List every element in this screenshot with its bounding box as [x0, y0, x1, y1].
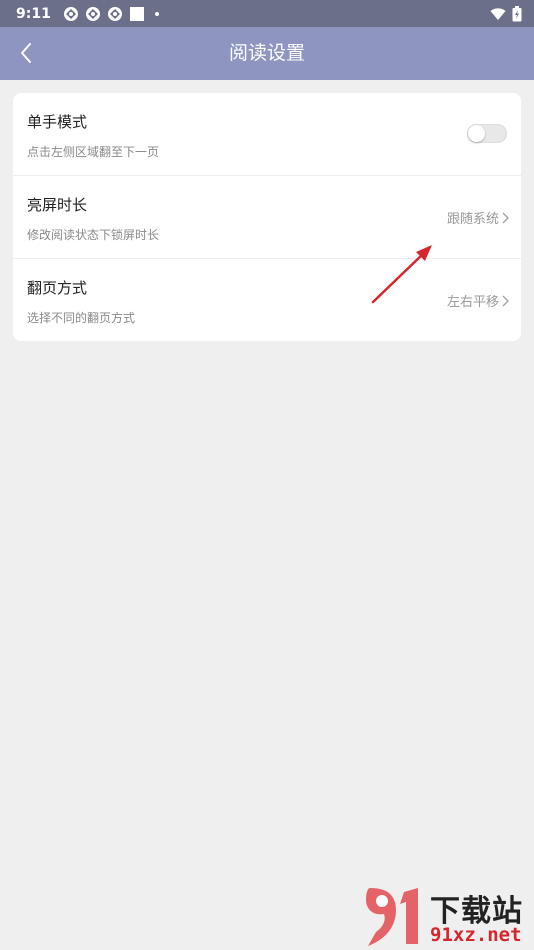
setting-row-screen-timeout[interactable]: 亮屏时长 修改阅读状态下锁屏时长 跟随系统: [13, 176, 521, 259]
status-time: 9:11: [16, 5, 51, 22]
status-bar: 9:11: [0, 0, 534, 27]
setting-value-text: 跟随系统: [446, 212, 499, 227]
watermark-logo-icon: [366, 888, 418, 946]
notification-icons: [63, 6, 163, 22]
sync-icon: [85, 6, 100, 21]
system-icons: [490, 5, 522, 22]
setting-title: 亮屏时长: [27, 196, 88, 214]
chevron-right-icon: [502, 295, 509, 306]
chevron-right-icon: [502, 212, 509, 223]
setting-row-page-turn[interactable]: 翻页方式 选择不同的翻页方式 左右平移: [13, 259, 521, 341]
setting-subtitle: 点击左侧区域翻至下一页: [27, 145, 160, 159]
watermark: 下载站 91xz.net: [362, 884, 532, 948]
setting-value[interactable]: 跟随系统: [447, 208, 509, 227]
square-icon: [129, 6, 144, 21]
setting-title: 翻页方式: [27, 279, 88, 297]
sync-icon: [107, 6, 122, 21]
wifi-icon: [490, 7, 506, 20]
setting-value-text: 左右平移: [446, 295, 499, 310]
setting-subtitle: 修改阅读状态下锁屏时长: [27, 228, 160, 242]
watermark-url: 91xz.net: [430, 924, 522, 946]
setting-value[interactable]: 左右平移: [447, 291, 509, 310]
sync-icon: [63, 6, 78, 21]
one-hand-mode-toggle[interactable]: [467, 124, 507, 143]
setting-subtitle: 选择不同的翻页方式: [27, 311, 136, 325]
settings-card: 单手模式 点击左侧区域翻至下一页 亮屏时长 修改阅读状态下锁屏时长 跟随系统 翻…: [13, 93, 521, 341]
battery-charging-icon: [512, 5, 522, 21]
page-title: 阅读设置: [228, 42, 305, 64]
app-bar: 阅读设置: [0, 27, 534, 80]
toggle-knob: [468, 125, 485, 142]
dot-icon: [154, 11, 159, 16]
setting-title: 单手模式: [27, 113, 88, 131]
setting-row-one-hand-mode[interactable]: 单手模式 点击左侧区域翻至下一页: [13, 93, 521, 176]
